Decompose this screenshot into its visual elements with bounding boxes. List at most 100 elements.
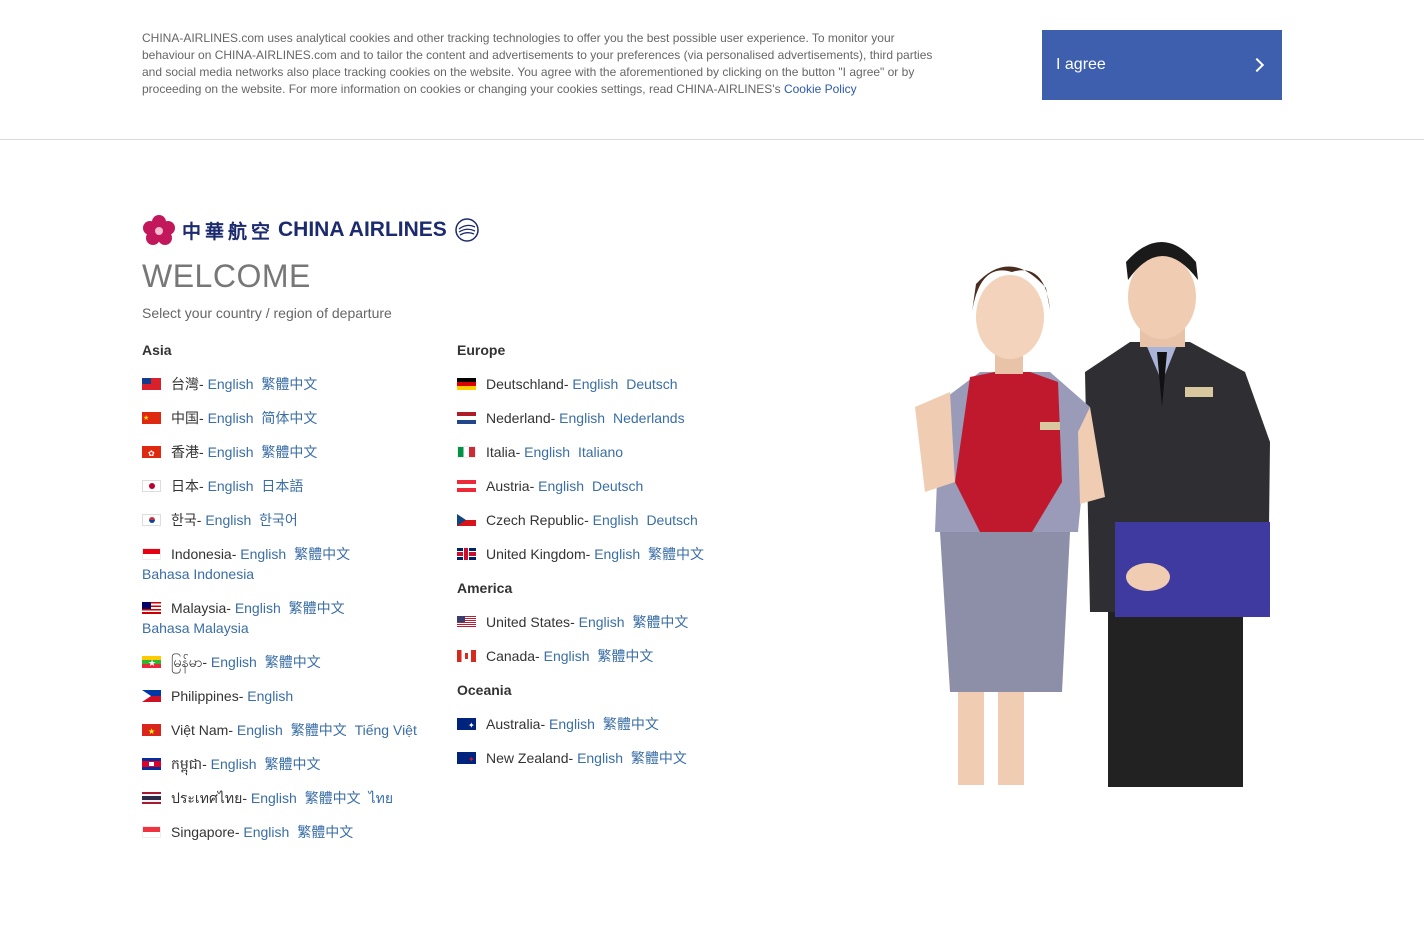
language-link-english[interactable]: English: [593, 512, 639, 528]
language-link-english[interactable]: English: [243, 824, 289, 840]
country-name: 日本: [171, 478, 199, 494]
country-name: Nederland: [486, 410, 551, 426]
country-name: 台灣: [171, 376, 199, 392]
country-item: 한국- English 한국어: [142, 510, 442, 530]
country-item: Australia- English 繁體中文: [457, 714, 757, 734]
language-link-indonesian[interactable]: Bahasa Indonesia: [142, 566, 254, 582]
myanmar-flag-icon: [142, 656, 161, 668]
country-item: Malaysia- English 繁體中文 Bahasa Malaysia: [142, 600, 345, 636]
language-link-malay[interactable]: Bahasa Malaysia: [142, 620, 249, 636]
country-name: Australia: [486, 716, 541, 732]
language-link-traditional-chinese[interactable]: 繁體中文: [261, 376, 317, 392]
language-link-german[interactable]: Deutsch: [626, 376, 677, 392]
country-item: Deutschland- English Deutsch: [457, 374, 757, 394]
language-link-traditional-chinese[interactable]: 繁體中文: [289, 600, 345, 616]
language-link-traditional-chinese[interactable]: 繁體中文: [597, 648, 653, 664]
language-link-japanese[interactable]: 日本語: [261, 478, 303, 494]
country-name: កម្ពុជា: [171, 756, 203, 772]
language-link-english[interactable]: English: [240, 546, 286, 562]
language-link-english[interactable]: English: [211, 756, 257, 772]
language-link-traditional-chinese[interactable]: 繁體中文: [297, 824, 353, 840]
flight-crew-photo: [915, 242, 1270, 787]
country-item: ประเทศไทย- English 繁體中文 ไทย: [142, 788, 442, 808]
country-item: Singapore- English 繁體中文: [142, 822, 442, 842]
language-link-vietnamese[interactable]: Tiếng Việt: [355, 722, 417, 738]
language-link-english[interactable]: English: [544, 648, 590, 664]
language-link-traditional-chinese[interactable]: 繁體中文: [631, 750, 687, 766]
language-link-traditional-chinese[interactable]: 繁體中文: [265, 654, 321, 670]
korea-flag-icon: [142, 514, 161, 526]
language-link-italian[interactable]: Italiano: [578, 444, 623, 460]
language-link-english[interactable]: English: [237, 722, 283, 738]
country-name: Deutschland: [486, 376, 564, 392]
country-item: New Zealand- English 繁體中文: [457, 748, 757, 768]
language-link-thai[interactable]: ไทย: [369, 790, 393, 806]
region-title-oceania: Oceania: [457, 682, 512, 698]
language-link-english[interactable]: English: [251, 790, 297, 806]
language-link-korean[interactable]: 한국어: [259, 512, 298, 528]
country-name: ประเทศไทย: [171, 790, 243, 806]
language-link-english[interactable]: English: [579, 614, 625, 630]
language-link-english[interactable]: English: [208, 376, 254, 392]
country-item: Indonesia- English 繁體中文 Bahasa Indonesia: [142, 546, 351, 582]
country-name: 中国: [171, 410, 199, 426]
indonesia-flag-icon: [142, 548, 161, 560]
country-name: Indonesia: [171, 546, 232, 562]
language-link-simplified-chinese[interactable]: 简体中文: [261, 410, 317, 426]
language-link-traditional-chinese[interactable]: 繁體中文: [294, 546, 350, 562]
taiwan-flag-icon: [142, 378, 161, 390]
malaysia-flag-icon: [142, 602, 161, 614]
language-link-english[interactable]: English: [538, 478, 584, 494]
chevron-right-icon: [1249, 57, 1265, 73]
country-item: 日本- English 日本語: [142, 476, 442, 496]
czech-flag-icon: [457, 514, 476, 526]
language-link-english[interactable]: English: [208, 478, 254, 494]
country-name: Malaysia: [171, 600, 227, 616]
netherlands-flag-icon: [457, 412, 476, 424]
language-link-dutch[interactable]: Nederlands: [613, 410, 685, 426]
language-link-traditional-chinese[interactable]: 繁體中文: [305, 790, 361, 806]
language-link-german[interactable]: Deutsch: [592, 478, 643, 494]
language-link-traditional-chinese[interactable]: 繁體中文: [291, 722, 347, 738]
language-link-english[interactable]: English: [572, 376, 618, 392]
country-name: United Kingdom: [486, 546, 586, 562]
japan-flag-icon: [142, 480, 161, 492]
language-link-english[interactable]: English: [549, 716, 595, 732]
language-link-traditional-chinese[interactable]: 繁體中文: [603, 716, 659, 732]
country-name: Singapore: [171, 824, 235, 840]
language-link-english[interactable]: English: [577, 750, 623, 766]
country-item: កម្ពុជា- English 繁體中文: [142, 754, 442, 774]
region-title-europe: Europe: [457, 342, 506, 358]
skyteam-icon: [455, 218, 479, 242]
cookie-policy-link[interactable]: Cookie Policy: [784, 82, 857, 96]
vietnam-flag-icon: [142, 724, 161, 736]
language-link-english[interactable]: English: [247, 688, 293, 704]
singapore-flag-icon: [142, 826, 161, 838]
language-link-traditional-chinese[interactable]: 繁體中文: [632, 614, 688, 630]
language-link-english[interactable]: English: [211, 654, 257, 670]
language-link-english[interactable]: English: [524, 444, 570, 460]
germany-flag-icon: [457, 378, 476, 390]
country-name: 香港: [171, 444, 199, 460]
region-column-west: Europe Deutschland- English Deutsch Nede…: [457, 340, 757, 782]
language-link-english[interactable]: English: [208, 410, 254, 426]
language-link-english[interactable]: English: [559, 410, 605, 426]
canada-flag-icon: [457, 650, 476, 662]
language-link-english[interactable]: English: [235, 600, 281, 616]
country-name: New Zealand: [486, 750, 569, 766]
country-item: United States- English 繁體中文: [457, 612, 757, 632]
agree-button[interactable]: I agree: [1042, 30, 1282, 100]
country-item: Philippines- English: [142, 686, 442, 706]
language-link-english[interactable]: English: [208, 444, 254, 460]
male-attendant: [1085, 242, 1270, 787]
language-link-german[interactable]: Deutsch: [646, 512, 697, 528]
china-airlines-logo[interactable]: 中華航空 CHINA AIRLINES: [140, 212, 481, 248]
country-item: မြန်မာ- English 繁體中文: [142, 652, 442, 672]
language-link-traditional-chinese[interactable]: 繁體中文: [261, 444, 317, 460]
language-link-traditional-chinese[interactable]: 繁體中文: [264, 756, 320, 772]
language-link-english[interactable]: English: [205, 512, 251, 528]
page-subtitle: Select your country / region of departur…: [142, 305, 392, 321]
language-link-english[interactable]: English: [594, 546, 640, 562]
language-link-traditional-chinese[interactable]: 繁體中文: [648, 546, 704, 562]
brand-chinese-name: 中華航空: [182, 220, 275, 243]
